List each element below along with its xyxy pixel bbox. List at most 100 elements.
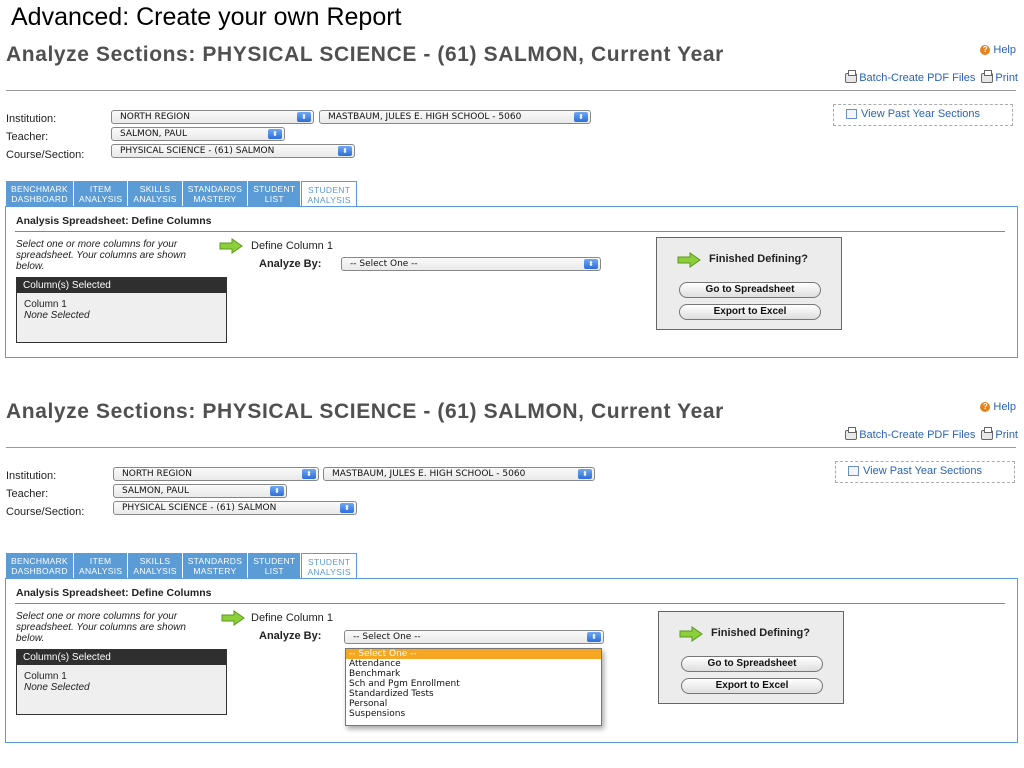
- tab-benchmark-dashboard[interactable]: BENCHMARK DASHBOARD: [6, 181, 74, 206]
- tab-bar: BENCHMARK DASHBOARD ITEM ANALYSIS SKILLS AN…: [6, 181, 357, 207]
- view-past-year-button[interactable]: View Past Year Sections: [835, 461, 1015, 483]
- page-title: Analyze Sections: PHYSICAL SCIENCE - (61…: [6, 43, 724, 66]
- panel-divider: [15, 603, 1005, 604]
- columns-selected-box: Column(s) Selected Column 1 None Selecte…: [16, 277, 227, 343]
- dropdown-option[interactable]: Personal: [346, 699, 601, 709]
- define-columns-panel: Analysis Spreadsheet: Define Columns Sel…: [5, 206, 1018, 358]
- tab-label: DASHBOARD: [11, 194, 68, 204]
- school-select[interactable]: MASTBAUM, JULES E. HIGH SCHOOL - 5060 ⬍: [319, 110, 591, 124]
- batch-pdf-label: Batch-Create PDF Files: [859, 429, 976, 441]
- analyze-by-label: Analyze By:: [259, 630, 322, 642]
- export-to-excel-button[interactable]: Export to Excel: [681, 678, 823, 694]
- help-link[interactable]: ? Help: [980, 401, 1016, 413]
- tab-skills-analysis[interactable]: SKILLS ANALYSIS: [128, 553, 182, 578]
- panel-heading: Analysis Spreadsheet: Define Columns: [16, 215, 212, 227]
- tab-label: ANALYSIS: [79, 194, 123, 204]
- top-links: Batch-Create PDF Files Print: [845, 427, 1018, 441]
- tab-label: STUDENT: [253, 184, 296, 194]
- view-past-year-button[interactable]: View Past Year Sections: [833, 104, 1013, 126]
- dropdown-option[interactable]: Suspensions: [346, 709, 601, 719]
- tab-bar: BENCHMARK DASHBOARD ITEM ANALYSIS SKILLS AN…: [6, 553, 357, 579]
- tab-label: LIST: [264, 194, 284, 204]
- tab-label: ANALYSIS: [133, 566, 177, 576]
- print-link[interactable]: Print: [981, 427, 1018, 441]
- tab-label: ANALYSIS: [133, 194, 177, 204]
- course-select[interactable]: PHYSICAL SCIENCE - (61) SALMON ⬍: [113, 501, 357, 515]
- title-divider: [6, 447, 1016, 448]
- calendar-icon: [846, 109, 857, 119]
- tab-student-list[interactable]: STUDENT LIST: [248, 553, 301, 578]
- top-links: Batch-Create PDF Files Print: [845, 70, 1018, 84]
- go-to-spreadsheet-button[interactable]: Go to Spreadsheet: [681, 656, 823, 672]
- printer-icon: [981, 70, 994, 83]
- filter-labels: Institution: Teacher: Course/Section:: [6, 110, 84, 164]
- help-label: Help: [993, 44, 1016, 56]
- teacher-value: SALMON, PAUL: [122, 486, 189, 496]
- help-link[interactable]: ? Help: [980, 44, 1016, 56]
- tab-label: SKILLS: [139, 556, 171, 566]
- tab-student-analysis[interactable]: STUDENT ANALYSIS: [301, 553, 357, 579]
- course-label: Course/Section:: [6, 149, 85, 161]
- tab-benchmark-dashboard[interactable]: BENCHMARK DASHBOARD: [6, 553, 74, 578]
- teacher-label: Teacher:: [6, 131, 49, 143]
- column-name: Column 1: [24, 671, 67, 682]
- tab-standards-mastery[interactable]: STANDARDS MASTERY: [182, 553, 248, 578]
- analyze-by-value: -- Select One --: [353, 632, 421, 642]
- school-value: MASTBAUM, JULES E. HIGH SCHOOL - 5060: [328, 112, 522, 122]
- tab-student-analysis[interactable]: STUDENT ANALYSIS: [301, 181, 357, 207]
- columns-selected-header: Column(s) Selected: [17, 650, 226, 665]
- school-select[interactable]: MASTBAUM, JULES E. HIGH SCHOOL - 5060 ⬍: [323, 467, 595, 481]
- select-arrows-icon: ⬍: [338, 146, 352, 156]
- tab-label: BENCHMARK: [11, 556, 69, 566]
- batch-pdf-label: Batch-Create PDF Files: [859, 72, 976, 84]
- page-title: Analyze Sections: PHYSICAL SCIENCE - (61…: [6, 400, 724, 423]
- dropdown-option[interactable]: Attendance: [346, 659, 601, 669]
- finished-label: Finished Defining?: [711, 627, 810, 639]
- select-arrows-icon: ⬍: [584, 259, 598, 269]
- slide-title: Advanced: Create your own Report: [11, 3, 402, 31]
- column-name: Column 1: [24, 299, 67, 310]
- title-divider: [6, 90, 1016, 91]
- institution-label: Institution:: [6, 113, 57, 125]
- printer-icon: [845, 427, 858, 440]
- tab-label: LIST: [264, 566, 284, 576]
- dropdown-option[interactable]: Sch and Pgm Enrollment: [346, 679, 601, 689]
- analyze-by-select[interactable]: -- Select One -- ⬍: [341, 257, 601, 271]
- select-arrows-icon: ⬍: [578, 469, 592, 479]
- course-label: Course/Section:: [6, 506, 85, 518]
- analyze-by-select[interactable]: -- Select One -- ⬍: [344, 630, 604, 644]
- tab-label: DASHBOARD: [11, 566, 68, 576]
- green-arrow-icon: [677, 252, 701, 268]
- teacher-select[interactable]: SALMON, PAUL ⬍: [113, 484, 287, 498]
- dropdown-option[interactable]: Benchmark: [346, 669, 601, 679]
- tab-standards-mastery[interactable]: STANDARDS MASTERY: [182, 181, 248, 206]
- region-select[interactable]: NORTH REGION ⬍: [111, 110, 314, 124]
- tab-student-list[interactable]: STUDENT LIST: [248, 181, 301, 206]
- course-value: PHYSICAL SCIENCE - (61) SALMON: [122, 503, 277, 513]
- course-select[interactable]: PHYSICAL SCIENCE - (61) SALMON ⬍: [111, 144, 355, 158]
- tab-skills-analysis[interactable]: SKILLS ANALYSIS: [128, 181, 182, 206]
- teacher-select[interactable]: SALMON, PAUL ⬍: [111, 127, 285, 141]
- tab-label: STANDARDS: [187, 556, 243, 566]
- green-arrow-icon: [219, 238, 243, 254]
- go-to-spreadsheet-button[interactable]: Go to Spreadsheet: [679, 282, 821, 298]
- region-select[interactable]: NORTH REGION ⬍: [113, 467, 319, 481]
- dropdown-option[interactable]: Standardized Tests: [346, 689, 601, 699]
- dropdown-option[interactable]: -- Select One --: [346, 649, 601, 659]
- course-value: PHYSICAL SCIENCE - (61) SALMON: [120, 146, 275, 156]
- batch-pdf-link[interactable]: Batch-Create PDF Files: [845, 427, 976, 441]
- green-arrow-icon: [221, 610, 245, 626]
- instructions-text: Select one or more columns for your spre…: [16, 239, 186, 272]
- tab-item-analysis[interactable]: ITEM ANALYSIS: [74, 181, 128, 206]
- panel-divider: [15, 231, 1005, 232]
- batch-pdf-link[interactable]: Batch-Create PDF Files: [845, 70, 976, 84]
- school-value: MASTBAUM, JULES E. HIGH SCHOOL - 5060: [332, 469, 526, 479]
- print-label: Print: [995, 72, 1018, 84]
- tab-item-analysis[interactable]: ITEM ANALYSIS: [74, 553, 128, 578]
- instructions-text: Select one or more columns for your spre…: [16, 611, 186, 644]
- export-to-excel-button[interactable]: Export to Excel: [679, 304, 821, 320]
- tab-label: ITEM: [89, 556, 112, 566]
- print-link[interactable]: Print: [981, 70, 1018, 84]
- help-icon: ?: [980, 402, 991, 412]
- filter-labels: Institution: Teacher: Course/Section:: [6, 467, 84, 521]
